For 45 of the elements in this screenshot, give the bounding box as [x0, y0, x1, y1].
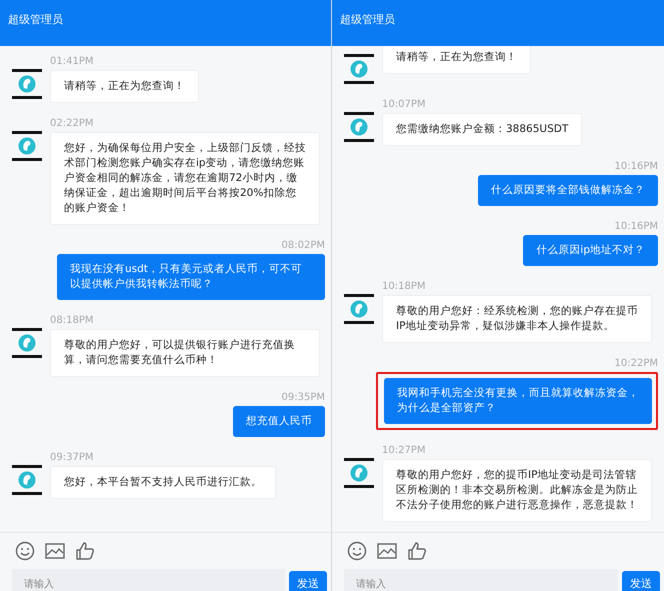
message-input[interactable]: 请输入: [12, 569, 285, 591]
avatar-icon: [344, 54, 374, 84]
message-bubble: 尊敬的用户您好：经系统检测，您的账户存在提币IP地址变动异常，疑似涉嫌非本人操作提款。: [382, 295, 652, 343]
timestamp: 08:18PM: [50, 315, 94, 327]
message-bubble: 我网和手机完全没有更换，而且就算收解冻资金，为什么是全部资产？: [384, 378, 652, 424]
timestamp: 09:37PM: [50, 452, 94, 464]
thumbs-up-icon[interactable]: [407, 541, 427, 561]
message-bubble: 想充值人民币: [233, 406, 325, 437]
avatar-icon: [344, 294, 374, 324]
timestamp: 10:18PM: [382, 281, 426, 293]
message-bubble: 您好，为确保每位用户安全，上级部门反馈，经技术部门检测您账户确实存在ip变动，请您缴纳您账户资金相同的解冻金，请您在逾期72小时内，缴纳保证金，超出逾期时间后平台将按20%扣除您的账户资金！: [50, 132, 320, 225]
timestamp: 02:22PM: [50, 118, 94, 130]
thumbs-up-icon[interactable]: [75, 541, 95, 561]
title-bar: 超级管理员: [0, 0, 331, 46]
smiley-icon[interactable]: [347, 541, 367, 561]
title-bar: 超级管理员: [332, 0, 664, 46]
message-bubble: 您需缴纳您账户金额：38865USDT: [382, 113, 582, 146]
send-button[interactable]: 发送: [289, 571, 327, 591]
timestamp: 10:07PM: [382, 99, 426, 111]
timestamp: 09:35PM: [282, 392, 325, 404]
message-bubble: 尊敬的用户您好，可以提供银行账户进行充值换算，请问您需要充值什么币种！: [50, 329, 320, 377]
avatar-icon: [12, 69, 42, 99]
message-bubble: 您好，本平台暂不支持人民币进行汇款。: [50, 466, 276, 499]
message-bubble: 什么原因要将全部钱做解冻金？: [478, 175, 658, 206]
message-bubble: 请稍等，正在为您查询！: [50, 70, 199, 103]
timestamp: 10:22PM: [614, 358, 658, 370]
message-bubble: 尊敬的用户您好，您的提币IP地址变动是司法管辖区所检测的！非本交易所检测。此解冻金是为防止不法分子使用您的账户进行恶意操作，恶意提款！: [382, 459, 652, 522]
message-input[interactable]: 请输入: [344, 569, 618, 591]
avatar-icon: [12, 131, 42, 161]
timestamp: 10:16PM: [614, 221, 658, 233]
avatar-icon: [344, 112, 374, 142]
image-icon[interactable]: [45, 541, 65, 561]
avatar-icon: [12, 465, 42, 495]
smiley-icon[interactable]: [15, 541, 35, 561]
timestamp: 01:41PM: [50, 56, 94, 68]
timestamp: 10:16PM: [614, 161, 658, 173]
timestamp: 08:02PM: [282, 240, 325, 252]
message-bubble: 请稍等，正在为您查询！: [382, 46, 531, 74]
avatar-icon: [12, 328, 42, 358]
timestamp: 10:27PM: [382, 445, 426, 457]
send-button[interactable]: 发送: [622, 571, 660, 591]
avatar-icon: [344, 458, 374, 488]
image-icon[interactable]: [377, 541, 397, 561]
message-bubble: 什么原因ip地址不对？: [523, 235, 658, 266]
message-bubble: 我现在没有usdt，只有美元或者人民币，可不可以提供帐户供我转帐法币呢？: [57, 254, 325, 300]
